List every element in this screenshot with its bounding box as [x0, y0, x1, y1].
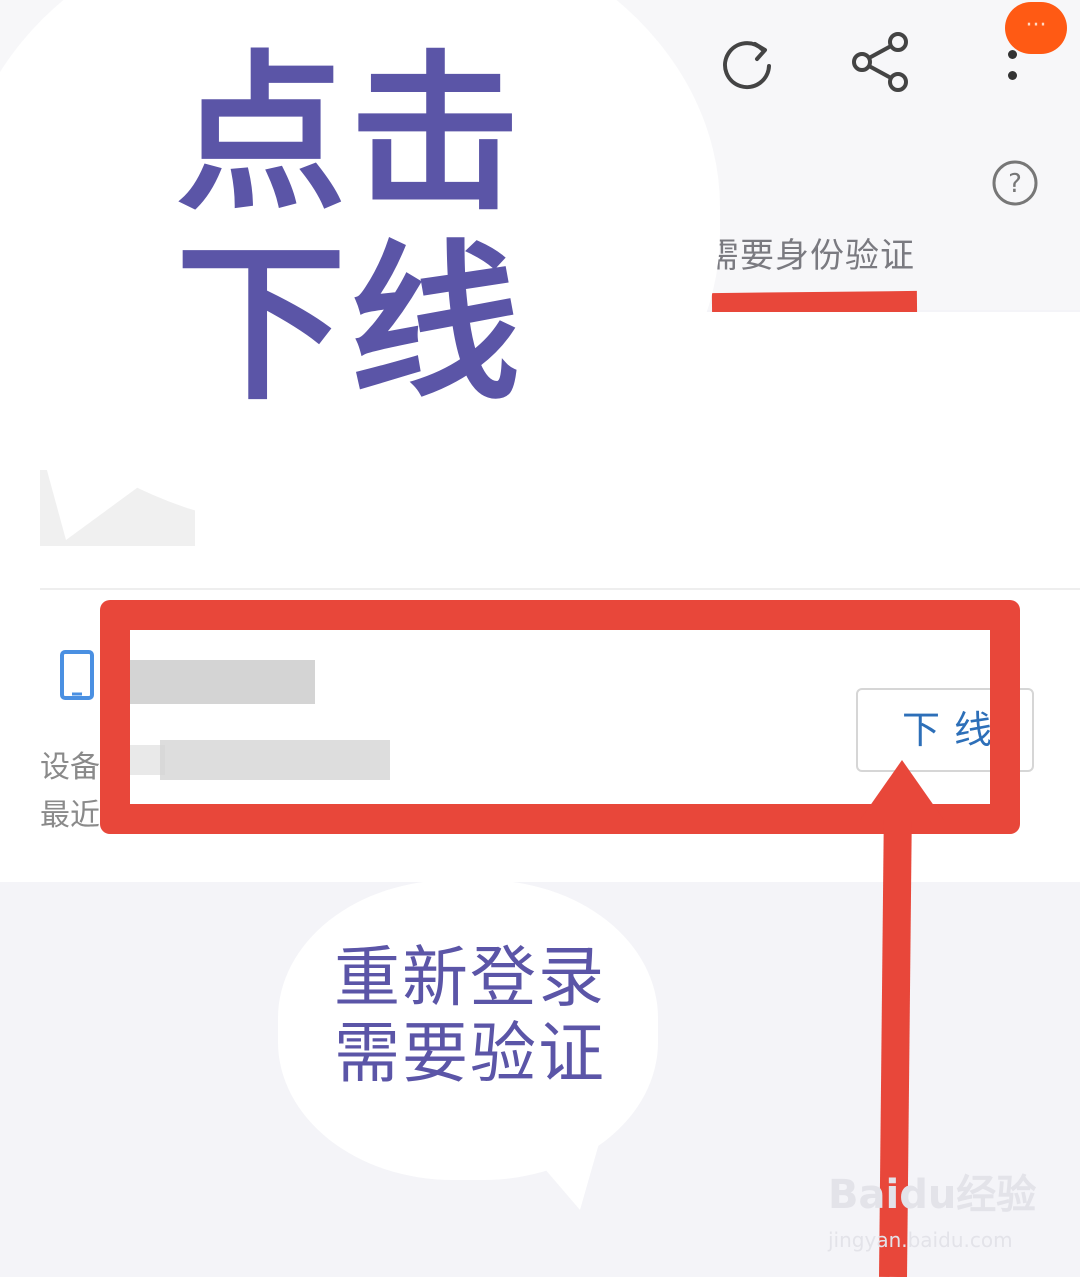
- help-circle-icon[interactable]: ?: [990, 158, 1040, 208]
- last-login-label: 最近: [40, 798, 100, 833]
- annotation-primary: 点击下线: [175, 36, 524, 424]
- annotation-secondary: 重新登录需要验证: [334, 939, 606, 1092]
- speech-bubble-tail: [520, 1140, 600, 1210]
- tablet-icon: [60, 650, 94, 700]
- watermark: Baidu经验 jingyan.baidu.com: [828, 1162, 1036, 1262]
- arrow-up-icon: [860, 760, 944, 820]
- notification-badge: ···: [1005, 2, 1067, 54]
- refresh-icon[interactable]: [715, 32, 779, 96]
- more-vertical-icon[interactable]: [1008, 50, 1020, 90]
- watermark-url: jingyan.baidu.com: [828, 1228, 1013, 1252]
- share-icon[interactable]: [848, 30, 912, 94]
- divider: [40, 588, 1080, 590]
- tab-identity-verification[interactable]: 需要身份验证: [705, 228, 915, 277]
- svg-text:?: ?: [1008, 169, 1022, 199]
- speech-bubble-tail: [36, 430, 216, 540]
- watermark-logo: Baidu经验: [828, 1172, 1037, 1218]
- device-label: 设备: [40, 750, 100, 785]
